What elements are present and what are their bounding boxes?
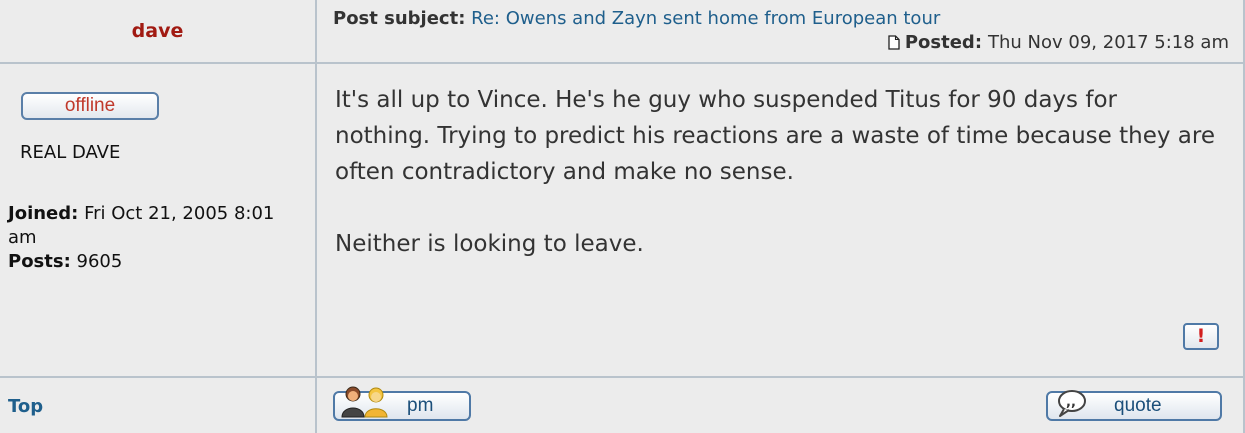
post-paragraph: Neither is looking to leave. [335,231,644,257]
report-button[interactable]: ! [1183,323,1219,350]
joined-label: Joined: [8,203,79,224]
posted-label: Posted: [904,32,983,53]
profile-info: Joined: Fri Oct 21, 2005 8:01 am Posts: … [8,202,308,274]
two-people-icon [341,386,388,418]
header-divider [0,62,1245,64]
quote-button[interactable]: ,, quote [1046,390,1222,421]
footer-divider [0,376,1245,378]
post-subject-line: Post subject: Re: Owens and Zayn sent ho… [333,8,940,29]
user-rank: REAL DAVE [20,142,121,163]
forum-post: dave Post subject: Re: Owens and Zayn se… [0,0,1245,433]
posted-date: Thu Nov 09, 2017 5:18 am [988,32,1229,53]
posts-count: 9605 [76,251,123,272]
post-subject-label: Post subject: [333,8,466,29]
pm-button-label: pm [407,395,434,416]
svg-text:,,: ,, [1066,395,1076,410]
column-divider [315,0,317,433]
speech-bubble-icon: ,, [1058,390,1086,417]
exclamation-icon: ! [1196,325,1206,347]
post-body: It's all up to Vince. He's he guy who su… [335,82,1215,298]
quote-button-label: quote [1114,395,1162,416]
posted-line: Posted: Thu Nov 09, 2017 5:18 am [888,32,1229,53]
online-status-badge: offline [21,92,159,120]
page-icon[interactable] [888,35,900,50]
posts-label: Posts: [8,251,71,272]
top-link[interactable]: Top [8,396,43,417]
post-paragraph: It's all up to Vince. He's he guy who su… [335,87,1215,185]
pm-button[interactable]: pm [333,386,471,421]
author-name[interactable]: dave [0,20,315,42]
post-subject-link[interactable]: Re: Owens and Zayn sent home from Europe… [471,8,940,29]
